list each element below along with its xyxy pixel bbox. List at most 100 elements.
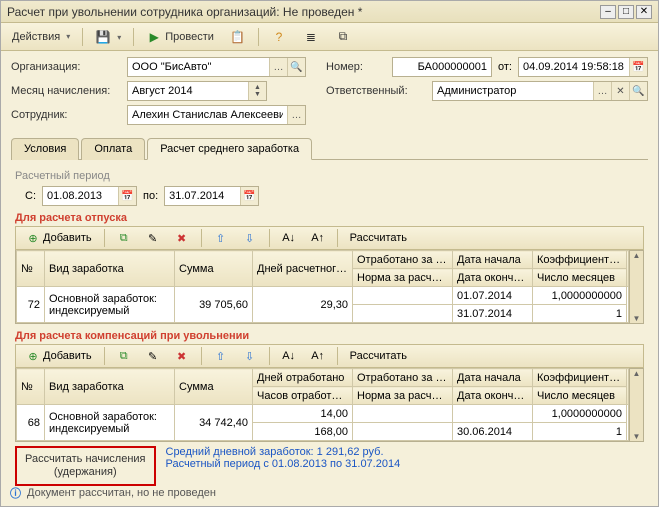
ellipsis-icon[interactable]: …	[269, 58, 287, 76]
date-field[interactable]: 📅	[518, 57, 648, 77]
period-from-input[interactable]	[43, 190, 118, 202]
sort-asc-button[interactable]: A↓	[276, 347, 302, 365]
delete-icon: ✖	[175, 231, 189, 245]
org-input[interactable]	[128, 61, 269, 73]
col-kind[interactable]: Вид заработка	[45, 369, 175, 405]
pencil-icon: ✎	[146, 231, 160, 245]
post-button[interactable]: ▶Провести	[139, 26, 221, 48]
tab-conditions[interactable]: Условия	[11, 138, 79, 160]
clipboard-button[interactable]: 📋	[223, 26, 253, 48]
col-worked[interactable]: Отработано за ра...	[353, 251, 453, 269]
calculate-accruals-button[interactable]: Рассчитать начисления (удержания)	[15, 446, 156, 486]
actions-menu[interactable]: Действия	[5, 28, 77, 46]
col-coef[interactable]: Коэффициент и...	[533, 251, 627, 269]
col-dstart[interactable]: Дата начала	[453, 251, 533, 269]
spin-up-icon[interactable]: ▲▼	[248, 82, 266, 100]
table-row[interactable]: 72 Основной заработок: индексируемый 39 …	[17, 287, 629, 305]
search-icon[interactable]: 🔍	[287, 58, 305, 76]
move-down-button[interactable]: ⇩	[237, 347, 263, 365]
scroll-up-icon[interactable]: ▲	[633, 369, 641, 378]
period-to-input[interactable]	[165, 190, 240, 202]
num-input[interactable]	[393, 61, 491, 73]
close-button[interactable]: ✕	[636, 5, 652, 19]
sec2-toolbar: ⊕Добавить ⧉ ✎ ✖ ⇧ ⇩ A↓ A↑ Рассчитать	[15, 344, 644, 368]
month-field[interactable]: ▲▼	[127, 81, 267, 101]
tab-avg-calc[interactable]: Расчет среднего заработка	[147, 138, 312, 160]
scrollbar[interactable]: ▲▼	[630, 250, 644, 324]
col-sum[interactable]: Сумма	[175, 251, 253, 287]
col-dstart[interactable]: Дата начала	[453, 369, 533, 387]
scroll-down-icon[interactable]: ▼	[633, 314, 641, 323]
num-label: Номер:	[326, 61, 386, 73]
sort-desc-button[interactable]: A↑	[305, 229, 331, 247]
search-icon[interactable]: 🔍	[629, 82, 647, 100]
sort-desc-icon: A↑	[311, 349, 325, 363]
period-from-label: С:	[25, 190, 36, 202]
month-label: Месяц начисления:	[11, 85, 121, 97]
sec2-grid[interactable]: № Вид заработка Сумма Дней отработано От…	[15, 368, 630, 442]
edit-button[interactable]: ✎	[140, 229, 166, 247]
scroll-down-icon[interactable]: ▼	[633, 432, 641, 441]
delete-button[interactable]: ✖	[169, 347, 195, 365]
col-dend[interactable]: Дата окончания	[453, 387, 533, 405]
move-up-button[interactable]: ⇧	[208, 347, 234, 365]
num-field[interactable]	[392, 57, 492, 77]
tab-payment[interactable]: Оплата	[81, 138, 145, 160]
calendar-icon[interactable]: 📅	[118, 187, 136, 205]
month-input[interactable]	[128, 85, 248, 97]
sec1-grid[interactable]: № Вид заработка Сумма Дней расчетного пе…	[15, 250, 630, 324]
maximize-button[interactable]: □	[618, 5, 634, 19]
col-n[interactable]: №	[17, 251, 45, 287]
period-from-field[interactable]: 📅	[42, 186, 137, 206]
col-norm[interactable]: Норма за расчетн...	[353, 269, 453, 287]
list-icon: ≣	[303, 29, 319, 45]
period-group: Расчетный период	[15, 170, 644, 182]
col-months[interactable]: Число месяцев	[533, 269, 627, 287]
minimize-button[interactable]: –	[600, 5, 616, 19]
calc-button[interactable]: Рассчитать	[344, 230, 413, 246]
table-row[interactable]: 68 Основной заработок: индексируемый 34 …	[17, 405, 629, 423]
col-n[interactable]: №	[17, 369, 45, 405]
resp-input[interactable]	[433, 85, 593, 97]
edit-button[interactable]: ✎	[140, 347, 166, 365]
help-button[interactable]: ?	[264, 26, 294, 48]
add-button[interactable]: ⊕Добавить	[20, 229, 98, 247]
calc-button[interactable]: Рассчитать	[344, 348, 413, 364]
copy-button[interactable]: ⧉	[111, 347, 137, 365]
scroll-up-icon[interactable]: ▲	[633, 251, 641, 260]
move-down-button[interactable]: ⇩	[237, 229, 263, 247]
col-days[interactable]: Дней расчетного периода	[253, 251, 353, 287]
col-norm[interactable]: Норма за расчетн...	[353, 387, 453, 405]
emp-field[interactable]: …	[127, 105, 306, 125]
col-worked[interactable]: Отработано за ра...	[353, 369, 453, 387]
copy-button[interactable]: ⧉	[111, 229, 137, 247]
col-coef[interactable]: Коэффициент и...	[533, 369, 627, 387]
list-button-2[interactable]: ⧉	[328, 26, 358, 48]
list-button-1[interactable]: ≣	[296, 26, 326, 48]
status-bar: ⓘ Документ рассчитан, но не проведен	[10, 485, 216, 501]
ellipsis-icon[interactable]: …	[287, 106, 305, 124]
calendar-icon[interactable]: 📅	[629, 58, 647, 76]
date-input[interactable]	[519, 61, 629, 73]
ellipsis-icon[interactable]: …	[593, 82, 611, 100]
clipboard-icon: 📋	[230, 29, 246, 45]
move-up-button[interactable]: ⇧	[208, 229, 234, 247]
sort-asc-button[interactable]: A↓	[276, 229, 302, 247]
calendar-icon[interactable]: 📅	[240, 187, 258, 205]
save-dropdown-button[interactable]: 💾	[88, 26, 128, 48]
col-hours[interactable]: Часов отработано	[253, 387, 353, 405]
col-days[interactable]: Дней отработано	[253, 369, 353, 387]
emp-input[interactable]	[128, 109, 287, 121]
col-sum[interactable]: Сумма	[175, 369, 253, 405]
col-months[interactable]: Число месяцев	[533, 387, 627, 405]
resp-field[interactable]: … ✕ 🔍	[432, 81, 648, 101]
add-button[interactable]: ⊕Добавить	[20, 347, 98, 365]
clear-icon[interactable]: ✕	[611, 82, 629, 100]
col-kind[interactable]: Вид заработка	[45, 251, 175, 287]
col-dend[interactable]: Дата окончания	[453, 269, 533, 287]
org-field[interactable]: … 🔍	[127, 57, 306, 77]
sort-desc-button[interactable]: A↑	[305, 347, 331, 365]
delete-button[interactable]: ✖	[169, 229, 195, 247]
scrollbar[interactable]: ▲▼	[630, 368, 644, 442]
period-to-field[interactable]: 📅	[164, 186, 259, 206]
